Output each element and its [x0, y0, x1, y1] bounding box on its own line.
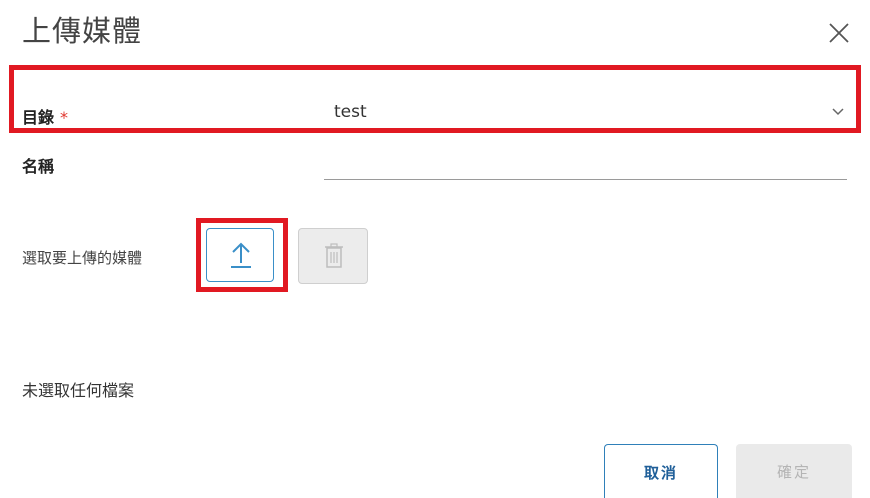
cancel-button[interactable]: 取消: [604, 444, 718, 498]
directory-label-text: 目錄: [22, 108, 55, 127]
no-file-status: 未選取任何檔案: [22, 381, 135, 400]
required-mark: *: [60, 108, 69, 127]
upload-media-dialog: 上傳媒體 目錄 * test 名稱 選取要上傳的媒體 未選取任何檔案 取消 確定: [0, 0, 870, 498]
confirm-button[interactable]: 確定: [736, 444, 852, 498]
close-icon: [829, 23, 849, 43]
select-media-label: 選取要上傳的媒體: [22, 249, 143, 267]
directory-label: 目錄 *: [22, 104, 68, 128]
name-label: 名稱: [22, 157, 55, 176]
directory-selected-value: test: [334, 102, 367, 122]
delete-button[interactable]: [298, 228, 368, 284]
name-input[interactable]: [324, 146, 847, 180]
dialog-title: 上傳媒體: [22, 14, 143, 48]
directory-select[interactable]: test: [324, 96, 848, 130]
upload-highlight-box: [196, 218, 288, 292]
close-button[interactable]: [826, 20, 852, 46]
trash-icon: [325, 243, 343, 268]
chevron-down-icon: [832, 108, 844, 116]
